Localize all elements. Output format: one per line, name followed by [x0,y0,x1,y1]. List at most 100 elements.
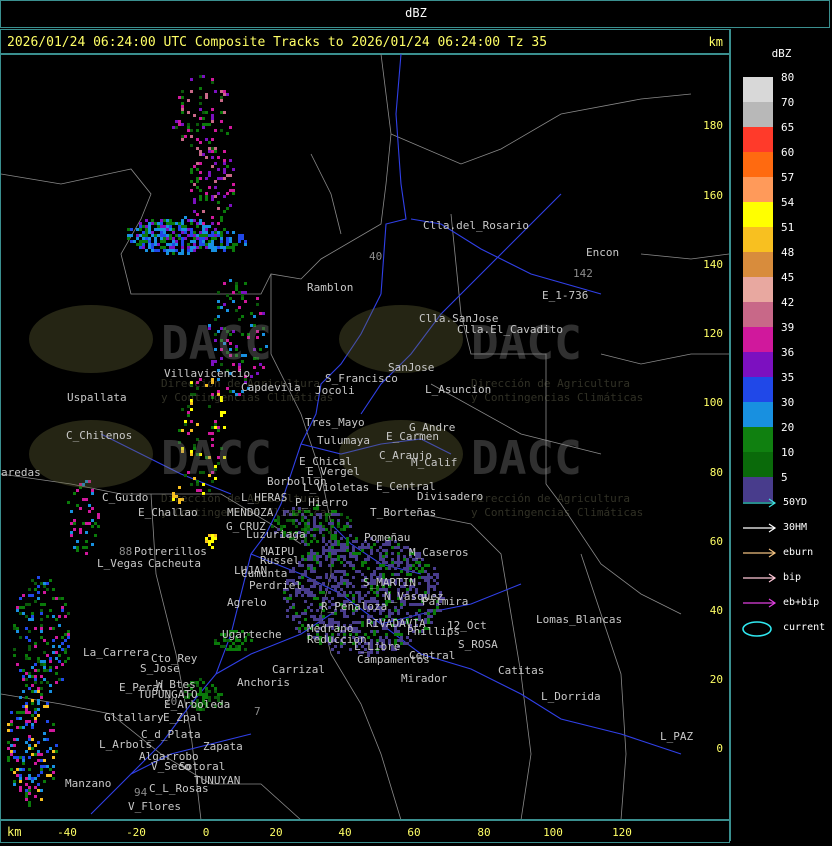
legend-swatch-70 [743,102,773,127]
place-label: La_Carrera [83,646,149,659]
legend-swatch-60 [743,152,773,177]
y-tick-label: 180 [703,119,723,132]
track-arrow-icon [743,598,777,608]
track-legend-50YD: 50YD [741,495,831,511]
watermark-line2: y Contingencias Climáticas [471,391,643,404]
x-tick-label: -40 [57,826,77,839]
track-label: 30HM [783,522,808,533]
place-label: Catitas [498,664,544,677]
legend-swatch-45 [743,277,773,302]
place-label: Agrelo [227,596,267,609]
place-label: C_Chilenos [66,429,132,442]
place-label: L_Vegas [97,557,143,570]
track-arrow-icon [743,573,777,583]
place-label: Sotoral [179,760,225,773]
y-axis-ticks: 180 160 140 120 100 80 60 40 20 0 [703,119,723,755]
legend-label-54: 54 [781,196,795,209]
place-label: Zapata [203,740,243,753]
x-axis-ticks: -40 -20 0 20 40 60 80 100 120 [57,826,632,839]
radar-map-canvas: DACCDirección de Agriculturay Contingenc… [1,54,729,820]
legend-swatch-20 [743,427,773,452]
legend-swatch-42 [743,302,773,327]
place-label: MENDOZA [227,506,274,519]
watermark-brand: DACC [161,316,272,370]
current-ellipse-icon [742,621,772,637]
place-label: Clla.El_Cavadito [457,323,563,336]
watermark-line1: Dirección de Agricultura [471,377,630,390]
legend-label-42: 42 [781,296,795,309]
y-tick-label: 40 [710,604,723,617]
place-label: Mirador [401,672,448,685]
legend-label-65: 65 [781,121,795,134]
place-label: Lomas_Blancas [536,613,622,626]
x-tick-label: 60 [407,826,420,839]
place-label: Jocoli [315,384,355,397]
y-tick-label: 20 [710,673,723,686]
dacc-logo-icon [29,305,153,373]
y-tick-label: 80 [710,466,723,479]
place-label: R_Peñaloza [321,600,387,613]
dbz-legend: dBZ 80 70 65 60 57 54 51 48 45 42 39 36 35 30 20 10 5 50… [730,29,832,841]
place-label: 12_Oct [447,619,487,632]
place-label: 7 [254,705,261,718]
legend-label-10: 10 [781,446,795,459]
legend-swatch-10 [743,452,773,477]
place-label: E_Carmen [386,430,439,443]
place-label: 142 [573,267,593,280]
legend-label-45: 45 [781,271,795,284]
legend-label-30: 30 [781,396,795,409]
place-label: Pomeñau [364,531,410,544]
legend-swatch-36 [743,352,773,377]
x-tick-label: -20 [126,826,146,839]
legend-label-51: 51 [781,221,795,234]
window-title: dBZ [405,6,427,20]
legend-label-57: 57 [781,171,795,184]
place-label: Tres_Mayo [305,416,365,429]
place-label: Manzano [65,777,111,790]
legend-label-48: 48 [781,246,795,259]
y-tick-label: 100 [703,396,723,409]
place-label: Cacheuta [148,557,201,570]
x-tick-label: 80 [477,826,490,839]
place-label: C_L_Rosas [149,782,209,795]
place-label: L_Asuncion [425,383,491,396]
place-label: S_Jose [140,662,180,675]
place-label: Ugarteche [222,628,282,641]
track-legend-current: current [741,620,831,637]
place-label: M_Calif [411,456,457,469]
place-label: Palmira [422,595,468,608]
place-label: Villavicencio [164,367,250,380]
window-title-bar: dBZ [0,0,830,28]
legend-label-5: 5 [781,471,788,484]
y-tick-label: 140 [703,258,723,271]
track-label: 50YD [783,497,808,508]
legend-swatch-30 [743,402,773,427]
legend-swatch-48 [743,252,773,277]
place-label: L_Violetas [303,481,369,494]
legend-label-36: 36 [781,346,795,359]
legend-swatch-51 [743,227,773,252]
legend-swatch-80 [743,77,773,102]
map-header: 2026/01/24 06:24:00 UTC Composite Tracks… [0,29,730,55]
place-label: Encon [586,246,619,259]
place-label: Anchoris [237,676,290,689]
place-label: Tulumaya [317,434,370,447]
legend-swatch-35 [743,377,773,402]
y-axis-unit: km [708,35,723,49]
place-label: Perdriel [249,579,302,592]
watermark-line1: Dirección de Agricultura [471,492,630,505]
place-label: 40 [369,250,382,263]
legend-swatch-39 [743,327,773,352]
composite-tracks-header: 2026/01/24 06:24:00 UTC Composite Tracks… [7,35,548,50]
place-label: L_Libre [354,640,400,653]
place-label: 20 [164,695,177,708]
x-tick-label: 40 [338,826,351,839]
legend-swatch-54 [743,202,773,227]
place-label: M_Caseros [409,546,469,559]
place-label: Clla.del_Rosario [423,219,529,232]
place-label: 94 [134,786,148,799]
track-legend-bip: bip [741,570,831,586]
place-label: L_PAZ [660,730,693,743]
place-label: S_ROSA [458,638,498,651]
radar-map[interactable]: DACC Dirección de Agricultura y Contingenc… [0,53,730,821]
